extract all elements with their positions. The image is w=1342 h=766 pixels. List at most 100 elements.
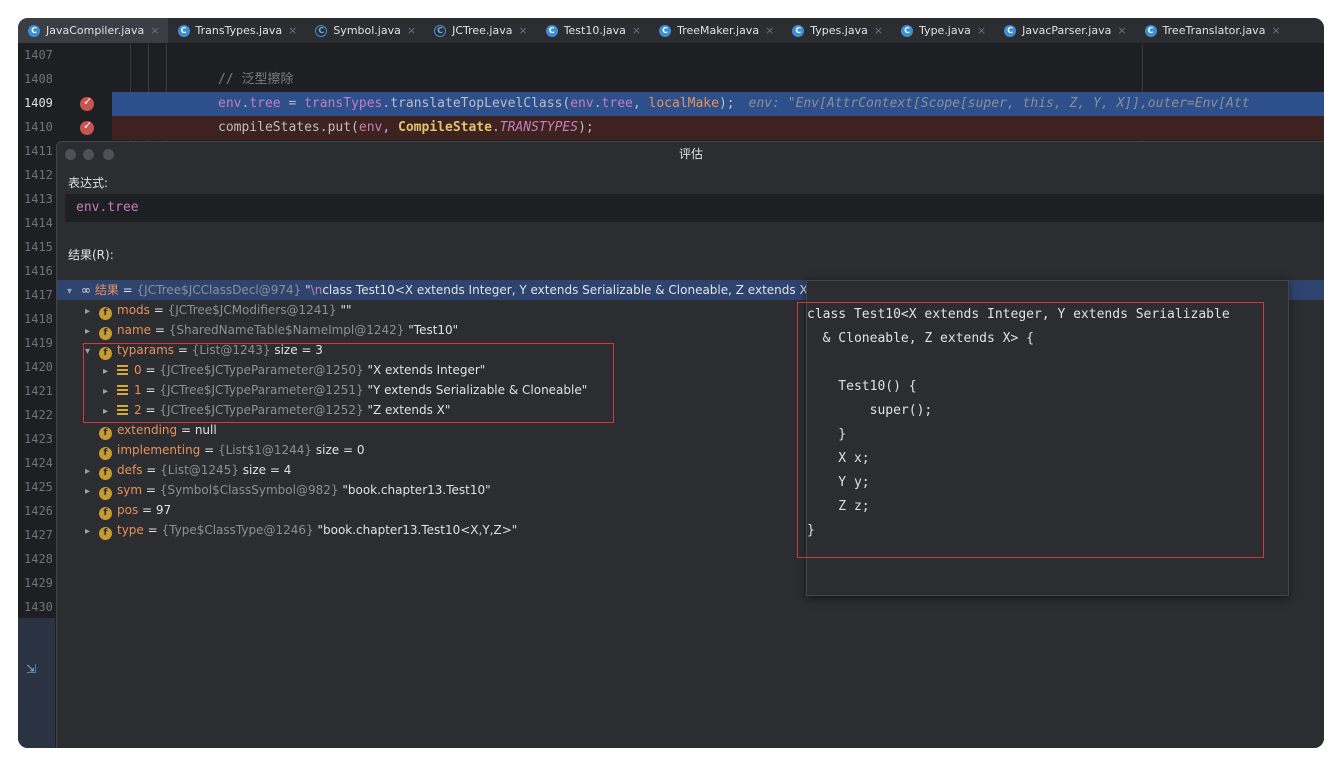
inline-debug-hint[interactable]: env: "Env[AttrContext[Scope[super, this,… <box>735 96 1250 111</box>
tree-row-name[interactable]: ▸ f name = {SharedNameTable$NameImpl@1242}… <box>85 320 458 340</box>
breakpoint-icon[interactable] <box>80 95 94 111</box>
chevron-right-icon[interactable]: ▸ <box>85 302 99 322</box>
field-type: {JCTree$JCModifiers@1241} <box>167 303 337 317</box>
tab-jctree[interactable]: C JCTree.java × <box>424 18 536 43</box>
close-tab-icon[interactable]: × <box>1117 24 1126 37</box>
code-token: .put( <box>319 120 359 135</box>
close-tab-icon[interactable]: × <box>632 24 641 37</box>
field-value: "Test10" <box>408 323 459 337</box>
field-icon: f <box>99 447 112 460</box>
line-number: 1425 <box>24 480 53 494</box>
ide-window: C JavaCompiler.java × C TransTypes.java × C Sym… <box>18 18 1324 748</box>
line-number: 1429 <box>24 576 53 590</box>
equals: = <box>200 443 218 457</box>
root-type: {JCTree$JCClassDecl@974} <box>136 283 302 297</box>
close-tab-icon[interactable]: × <box>874 24 883 37</box>
tab-javacparser[interactable]: C JavacParser.java × <box>994 18 1134 43</box>
line-number: 1421 <box>24 384 53 398</box>
code-token: , <box>632 96 649 111</box>
close-tab-icon[interactable]: × <box>288 24 297 37</box>
tab-label: TreeMaker.java <box>677 24 760 37</box>
close-tab-icon[interactable]: × <box>765 24 774 37</box>
line-number: 1410 <box>24 120 53 134</box>
code-token: tree <box>601 96 633 111</box>
chevron-right-icon[interactable]: ▸ <box>85 482 99 502</box>
code-token: = <box>280 96 305 111</box>
chevron-right-icon[interactable]: ▸ <box>85 322 99 342</box>
field-icon: f <box>99 507 112 520</box>
tree-row-extending[interactable]: f extending = null <box>85 420 217 440</box>
code-token: , <box>382 120 399 135</box>
line-number: 1422 <box>24 408 53 422</box>
code-line-1410[interactable]: compileStates.put(env, CompileState.TRAN… <box>112 116 1324 140</box>
class-icon: C <box>1004 24 1017 37</box>
line-number: 1416 <box>24 264 53 278</box>
code-comment: // 泛型擦除 <box>218 72 294 87</box>
chevron-down-icon[interactable]: ▾ <box>67 282 81 302</box>
tree-row-sym[interactable]: ▸ f sym = {Symbol$ClassSymbol@982} "book.c… <box>85 480 491 500</box>
tab-symbol[interactable]: C Symbol.java × <box>305 18 424 43</box>
tab-types[interactable]: C Types.java × <box>782 18 891 43</box>
code-line-1409[interactable]: env.tree = transTypes.translateTopLevelC… <box>112 92 1324 116</box>
tree-row-pos[interactable]: f pos = 97 <box>85 500 171 520</box>
close-tab-icon[interactable]: × <box>977 24 986 37</box>
close-tab-icon[interactable]: × <box>407 24 416 37</box>
tree-row-type[interactable]: ▸ f type = {Type$ClassType@1246} "book.cha… <box>85 520 517 540</box>
close-tab-icon[interactable]: × <box>518 24 527 37</box>
field-value: size = 0 <box>315 443 365 457</box>
popup-code-line: Y y; <box>807 475 870 490</box>
tree-row-mods[interactable]: ▸ f mods = {JCTree$JCModifiers@1241} "" <box>85 300 352 320</box>
line-number: 1415 <box>24 240 53 254</box>
code-line-1408[interactable]: // 泛型擦除 <box>112 68 1324 92</box>
tab-label: Symbol.java <box>333 24 401 37</box>
side-tool-strip: ⇲ <box>18 618 55 748</box>
code-token: .translateTopLevelClass( <box>382 96 571 111</box>
equals: = <box>149 303 168 317</box>
chevron-right-icon[interactable]: ▸ <box>85 522 99 542</box>
equals: = <box>143 523 162 537</box>
field-value: 97 <box>155 503 172 517</box>
code-token: ); <box>718 96 735 111</box>
value-popup[interactable]: class Test10<X extends Integer, Y extend… <box>797 280 1289 596</box>
class-icon: C <box>659 24 672 37</box>
tab-label: Types.java <box>810 24 868 37</box>
expression-text: env.tree <box>76 200 139 215</box>
tree-row-defs[interactable]: ▸ f defs = {List@1245} size = 4 <box>85 460 291 480</box>
equals: = <box>177 423 195 437</box>
field-type: {SharedNameTable$NameImpl@1242} <box>168 323 405 337</box>
tab-treemaker[interactable]: C TreeMaker.java × <box>649 18 782 43</box>
tab-test10[interactable]: C Test10.java × <box>536 18 649 43</box>
field-icon: f <box>99 307 112 320</box>
line-number: 1414 <box>24 216 53 230</box>
equals: = <box>142 463 161 477</box>
tab-transtypes[interactable]: C TransTypes.java × <box>168 18 306 43</box>
line-number: 1418 <box>24 312 53 326</box>
tree-row-implementing[interactable]: f implementing = {List$1@1244} size = 0 <box>85 440 364 460</box>
line-number: 1409 <box>24 96 53 110</box>
field-type: {List$1@1244} <box>217 443 313 457</box>
line-number: 1424 <box>24 456 53 470</box>
expression-input[interactable]: env.tree <box>65 194 1324 222</box>
popup-code-line: super(); <box>807 403 933 418</box>
code-token: TRANSTYPES <box>499 120 579 135</box>
close-tab-icon[interactable]: × <box>1271 24 1280 37</box>
breakpoint-icon[interactable] <box>80 119 94 135</box>
equals: = <box>142 483 160 497</box>
tab-javacompiler[interactable]: C JavaCompiler.java × <box>18 18 168 43</box>
close-tab-icon[interactable]: × <box>150 24 159 37</box>
tab-type[interactable]: C Type.java × <box>891 18 994 43</box>
line-number: 1412 <box>24 168 53 182</box>
code-token: CompileState <box>398 120 492 135</box>
line-number: 1419 <box>24 336 53 350</box>
field-type: {Type$ClassType@1246} <box>161 523 314 537</box>
field-icon: f <box>99 327 112 340</box>
popup-code-line: } <box>807 523 815 538</box>
code-token: ); <box>578 120 594 135</box>
equals: = <box>138 503 156 517</box>
chevron-right-icon[interactable]: ▸ <box>85 462 99 482</box>
code-token: env <box>570 96 594 111</box>
step-into-icon[interactable]: ⇲ <box>26 662 36 676</box>
tab-treetranslator[interactable]: C TreeTranslator.java × <box>1135 18 1289 43</box>
line-number: 1423 <box>24 432 53 446</box>
field-value: null <box>194 423 217 437</box>
